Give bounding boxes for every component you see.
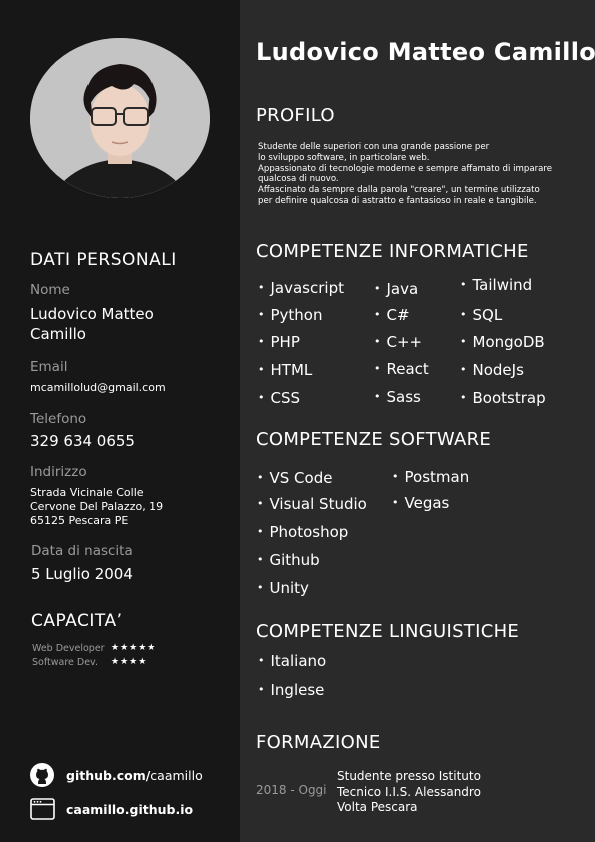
skill-label: Software Dev. [32,657,98,668]
profile-line: Affascinato da sempre dalla parola "crea… [258,185,540,196]
section-title-personal: DATI PERSONALI [30,250,177,270]
birthdate-label: Data di nascita [31,543,133,559]
section-title-software-skills: COMPETENZE SOFTWARE [256,429,492,450]
skill-rating: ★★★★★ [111,643,157,653]
it-skill-item: HTML [258,361,313,379]
it-skill-item: PHP [258,333,300,351]
language-item: Inglese [258,681,325,699]
phone-label: Telefono [30,411,87,427]
education-period: 2018 - Oggi [256,783,327,797]
section-title-languages: COMPETENZE LINGUISTICHE [256,621,520,642]
it-skill-item: C# [374,306,410,324]
language-item: Italiano [258,652,327,670]
software-skill-item: Unity [257,579,309,597]
it-skill-item: Java [374,280,419,298]
resume-page: DATI PERSONALI Nome Ludovico Matteo Cami… [0,0,595,842]
profile-line: Appassionato di tecnologie moderne e sem… [258,163,553,174]
browser-window-icon [30,798,55,820]
page-title: Ludovico Matteo Camillo [256,38,595,66]
software-skill-item: Photoshop [257,523,349,541]
sidebar: DATI PERSONALI Nome Ludovico Matteo Cami… [0,0,240,842]
it-skill-item: React [374,360,429,378]
main-content: Ludovico Matteo Camillo PROFILO Studente… [240,0,595,842]
it-skill-item: Sass [374,388,421,406]
section-title-it-skills: COMPETENZE INFORMATICHE [256,241,529,262]
it-skill-item: Bootstrap [460,389,546,407]
email-value: mcamillolud@gmail.com [30,381,166,394]
profile-line: qualcosa di nuovo. [258,174,339,185]
it-skill-item: CSS [258,389,301,407]
github-link-domain: github.com/ [66,768,151,783]
it-skill-item: Tailwind [460,276,533,294]
address-label: Indirizzo [30,464,87,480]
software-skill-item: VS Code [257,469,333,487]
profile-line: lo sviluppo software, in particolare web… [258,152,430,163]
it-skill-item: Javascript [258,279,344,297]
skill-label: Web Developer [32,643,105,654]
it-skill-item: NodeJs [460,361,524,379]
software-skill-item: Github [257,551,320,569]
profile-line: per definire qualcosa di astratto e fant… [258,195,537,206]
section-title-profilo: PROFILO [256,105,335,126]
skill-rating: ★★★★ [111,657,148,667]
it-skill-item: SQL [460,306,503,324]
phone-value: 329 634 0655 [30,432,135,450]
profile-photo [30,38,210,198]
profile-line: Studente delle superiori con una grande … [258,142,490,152]
it-skill-item: MongoDB [460,333,545,351]
it-skill-item: C++ [374,333,423,351]
section-title-capacita: CAPACITA’ [31,611,123,631]
email-label: Email [30,359,68,375]
software-skill-item: Vegas [392,494,450,512]
it-skill-item: Python [258,306,323,324]
github-icon [30,763,54,787]
github-link[interactable]: github.com/caamillo [66,768,203,783]
address-value: Strada Vicinale Colle Cervone Del Palazz… [30,486,164,527]
name-value: Ludovico Matteo Camillo [30,305,154,343]
github-link-user: caamillo [150,768,203,783]
software-skill-item: Postman [392,468,470,486]
profile-text: Studente delle superiori con una grande … [258,142,588,207]
name-label: Nome [30,282,70,298]
section-title-education: FORMAZIONE [256,732,381,753]
education-description: Studente presso Istituto Tecnico I.I.S. … [337,769,481,814]
software-skill-item: Visual Studio [257,495,367,513]
birthdate-value: 5 Luglio 2004 [31,565,133,583]
website-link[interactable]: caamillo.github.io [66,802,193,817]
